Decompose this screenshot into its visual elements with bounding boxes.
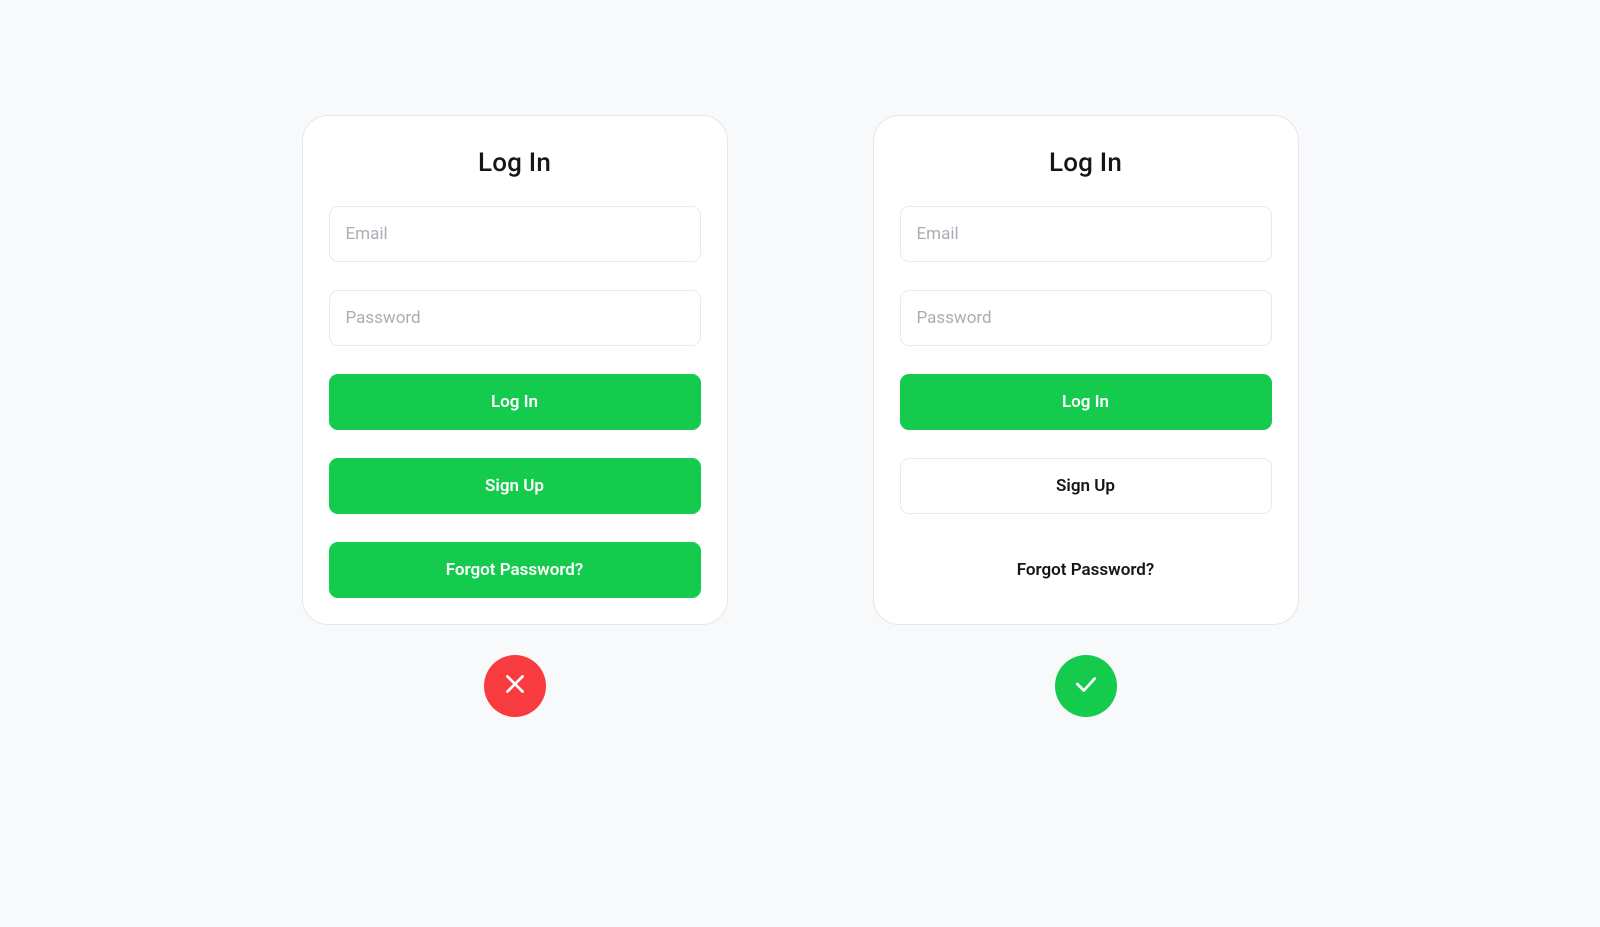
check-icon — [1073, 671, 1099, 701]
forgot-password-link[interactable]: Forgot Password? — [900, 542, 1272, 598]
card-title: Log In — [329, 148, 701, 178]
login-button[interactable]: Log In — [900, 374, 1272, 430]
password-field[interactable] — [900, 290, 1272, 346]
signup-button[interactable]: Sign Up — [900, 458, 1272, 514]
forgot-password-button[interactable]: Forgot Password? — [329, 542, 701, 598]
good-example-column: Log In Log In Sign Up Forgot Password? — [873, 115, 1299, 717]
login-button[interactable]: Log In — [329, 374, 701, 430]
bad-example-column: Log In Log In Sign Up Forgot Password? — [302, 115, 728, 717]
email-field[interactable] — [329, 206, 701, 262]
email-field[interactable] — [900, 206, 1272, 262]
bad-indicator-badge — [484, 655, 546, 717]
x-icon — [502, 671, 528, 701]
password-field[interactable] — [329, 290, 701, 346]
card-title: Log In — [900, 148, 1272, 178]
login-card-good: Log In Log In Sign Up Forgot Password? — [873, 115, 1299, 625]
signup-button[interactable]: Sign Up — [329, 458, 701, 514]
login-card-bad: Log In Log In Sign Up Forgot Password? — [302, 115, 728, 625]
good-indicator-badge — [1055, 655, 1117, 717]
